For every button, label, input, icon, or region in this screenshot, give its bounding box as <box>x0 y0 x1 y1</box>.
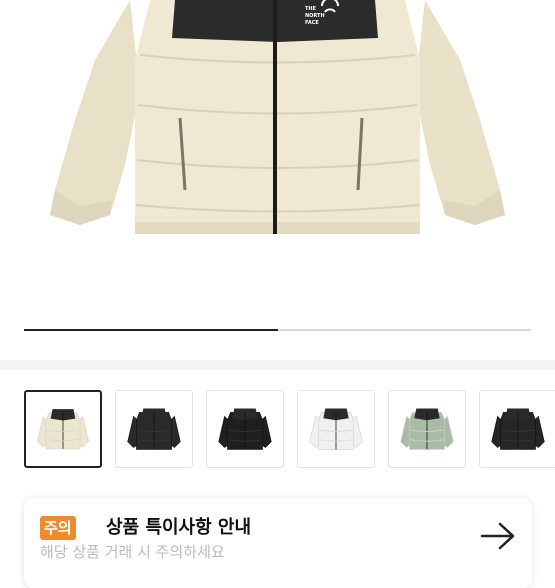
svg-text:THE: THE <box>305 6 317 12</box>
product-hero-image[interactable]: THE NORTH FACE <box>0 0 555 360</box>
thumbnail-black-jacket-2[interactable] <box>479 390 555 468</box>
notice-title: 상품 특이사항 안내 <box>106 517 252 538</box>
jacket-thumbnail-icon <box>127 408 181 450</box>
thumbnail-black-shiny-jacket[interactable] <box>206 390 284 468</box>
jacket-thumbnail-icon <box>37 409 89 450</box>
puffer-jacket-image: THE NORTH FACE <box>50 0 505 234</box>
jacket-thumbnail-icon <box>400 408 454 450</box>
notice-subtitle: 해당 상품 거래 시 주의하세요 <box>40 543 225 561</box>
thumbnail-sage-jacket[interactable] <box>388 390 466 468</box>
thumbnail-black-jacket[interactable] <box>115 390 193 468</box>
jacket-thumbnail-icon <box>309 408 363 450</box>
arrow-right-icon[interactable] <box>480 522 516 550</box>
thumbnail-white-jacket[interactable] <box>297 390 375 468</box>
thumbnail-cream-jacket[interactable] <box>24 390 102 468</box>
jacket-thumbnail-icon <box>491 408 545 450</box>
jacket-thumbnail-icon <box>218 408 272 450</box>
product-notice-card[interactable]: 주의 상품 특이사항 안내 해당 상품 거래 시 주의하세요 <box>24 498 532 588</box>
svg-text:NORTH: NORTH <box>305 13 325 19</box>
caution-badge: 주의 <box>40 516 76 540</box>
gallery-progress-fill <box>24 329 278 331</box>
gallery-progress-track <box>24 329 531 331</box>
svg-text:FACE: FACE <box>305 20 319 26</box>
section-divider <box>0 360 555 370</box>
thumbnail-strip[interactable] <box>24 390 555 468</box>
